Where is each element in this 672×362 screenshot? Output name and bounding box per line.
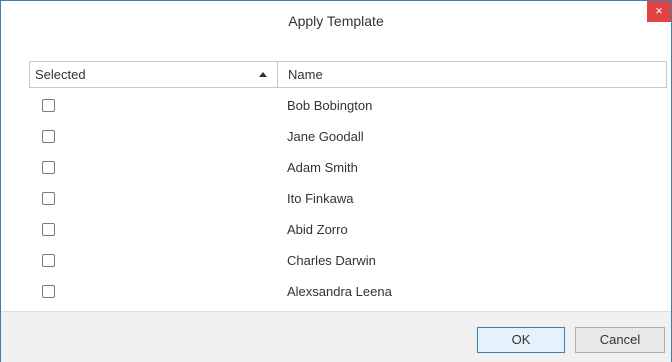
row-name: Adam Smith — [287, 160, 358, 175]
sort-ascending-icon — [259, 72, 267, 77]
row-checkbox[interactable] — [42, 130, 55, 143]
row-name: Charles Darwin — [287, 253, 376, 268]
dialog-title: Apply Template — [288, 13, 384, 29]
row-name: Alexsandra Leena — [287, 284, 392, 299]
dialog-footer: OK Cancel — [1, 311, 671, 362]
row-checkbox[interactable] — [42, 285, 55, 298]
grid-rows: Bob Bobington Jane Goodall Adam Smith It… — [29, 90, 667, 307]
row-name: Abid Zorro — [287, 222, 348, 237]
ok-button[interactable]: OK — [477, 327, 565, 353]
column-header-name-label: Name — [288, 67, 323, 82]
table-row[interactable]: Charles Darwin — [29, 245, 667, 276]
table-row[interactable]: Adam Smith — [29, 152, 667, 183]
close-icon: × — [655, 3, 663, 18]
table-row[interactable]: Abid Zorro — [29, 214, 667, 245]
row-name: Ito Finkawa — [287, 191, 354, 206]
table-row[interactable]: Jane Goodall — [29, 121, 667, 152]
row-checkbox[interactable] — [42, 192, 55, 205]
title-bar: Apply Template × — [1, 1, 671, 41]
row-checkbox[interactable] — [42, 254, 55, 267]
row-name: Jane Goodall — [287, 129, 364, 144]
row-name: Bob Bobington — [287, 98, 373, 113]
apply-template-dialog: Apply Template × Selected Name Bob Bobin… — [0, 0, 672, 362]
row-checkbox[interactable] — [42, 161, 55, 174]
row-checkbox[interactable] — [42, 223, 55, 236]
grid-header: Selected Name — [29, 61, 667, 88]
table-row[interactable]: Bob Bobington — [29, 90, 667, 121]
column-header-selected[interactable]: Selected — [30, 62, 278, 87]
people-grid: Selected Name Bob Bobington Jane Goodall… — [29, 61, 667, 304]
close-button[interactable]: × — [647, 1, 671, 22]
cancel-button[interactable]: Cancel — [575, 327, 665, 353]
column-header-name[interactable]: Name — [278, 62, 666, 87]
table-row[interactable]: Ito Finkawa — [29, 183, 667, 214]
column-header-selected-label: Selected — [35, 67, 86, 82]
row-checkbox[interactable] — [42, 99, 55, 112]
table-row[interactable]: Alexsandra Leena — [29, 276, 667, 307]
